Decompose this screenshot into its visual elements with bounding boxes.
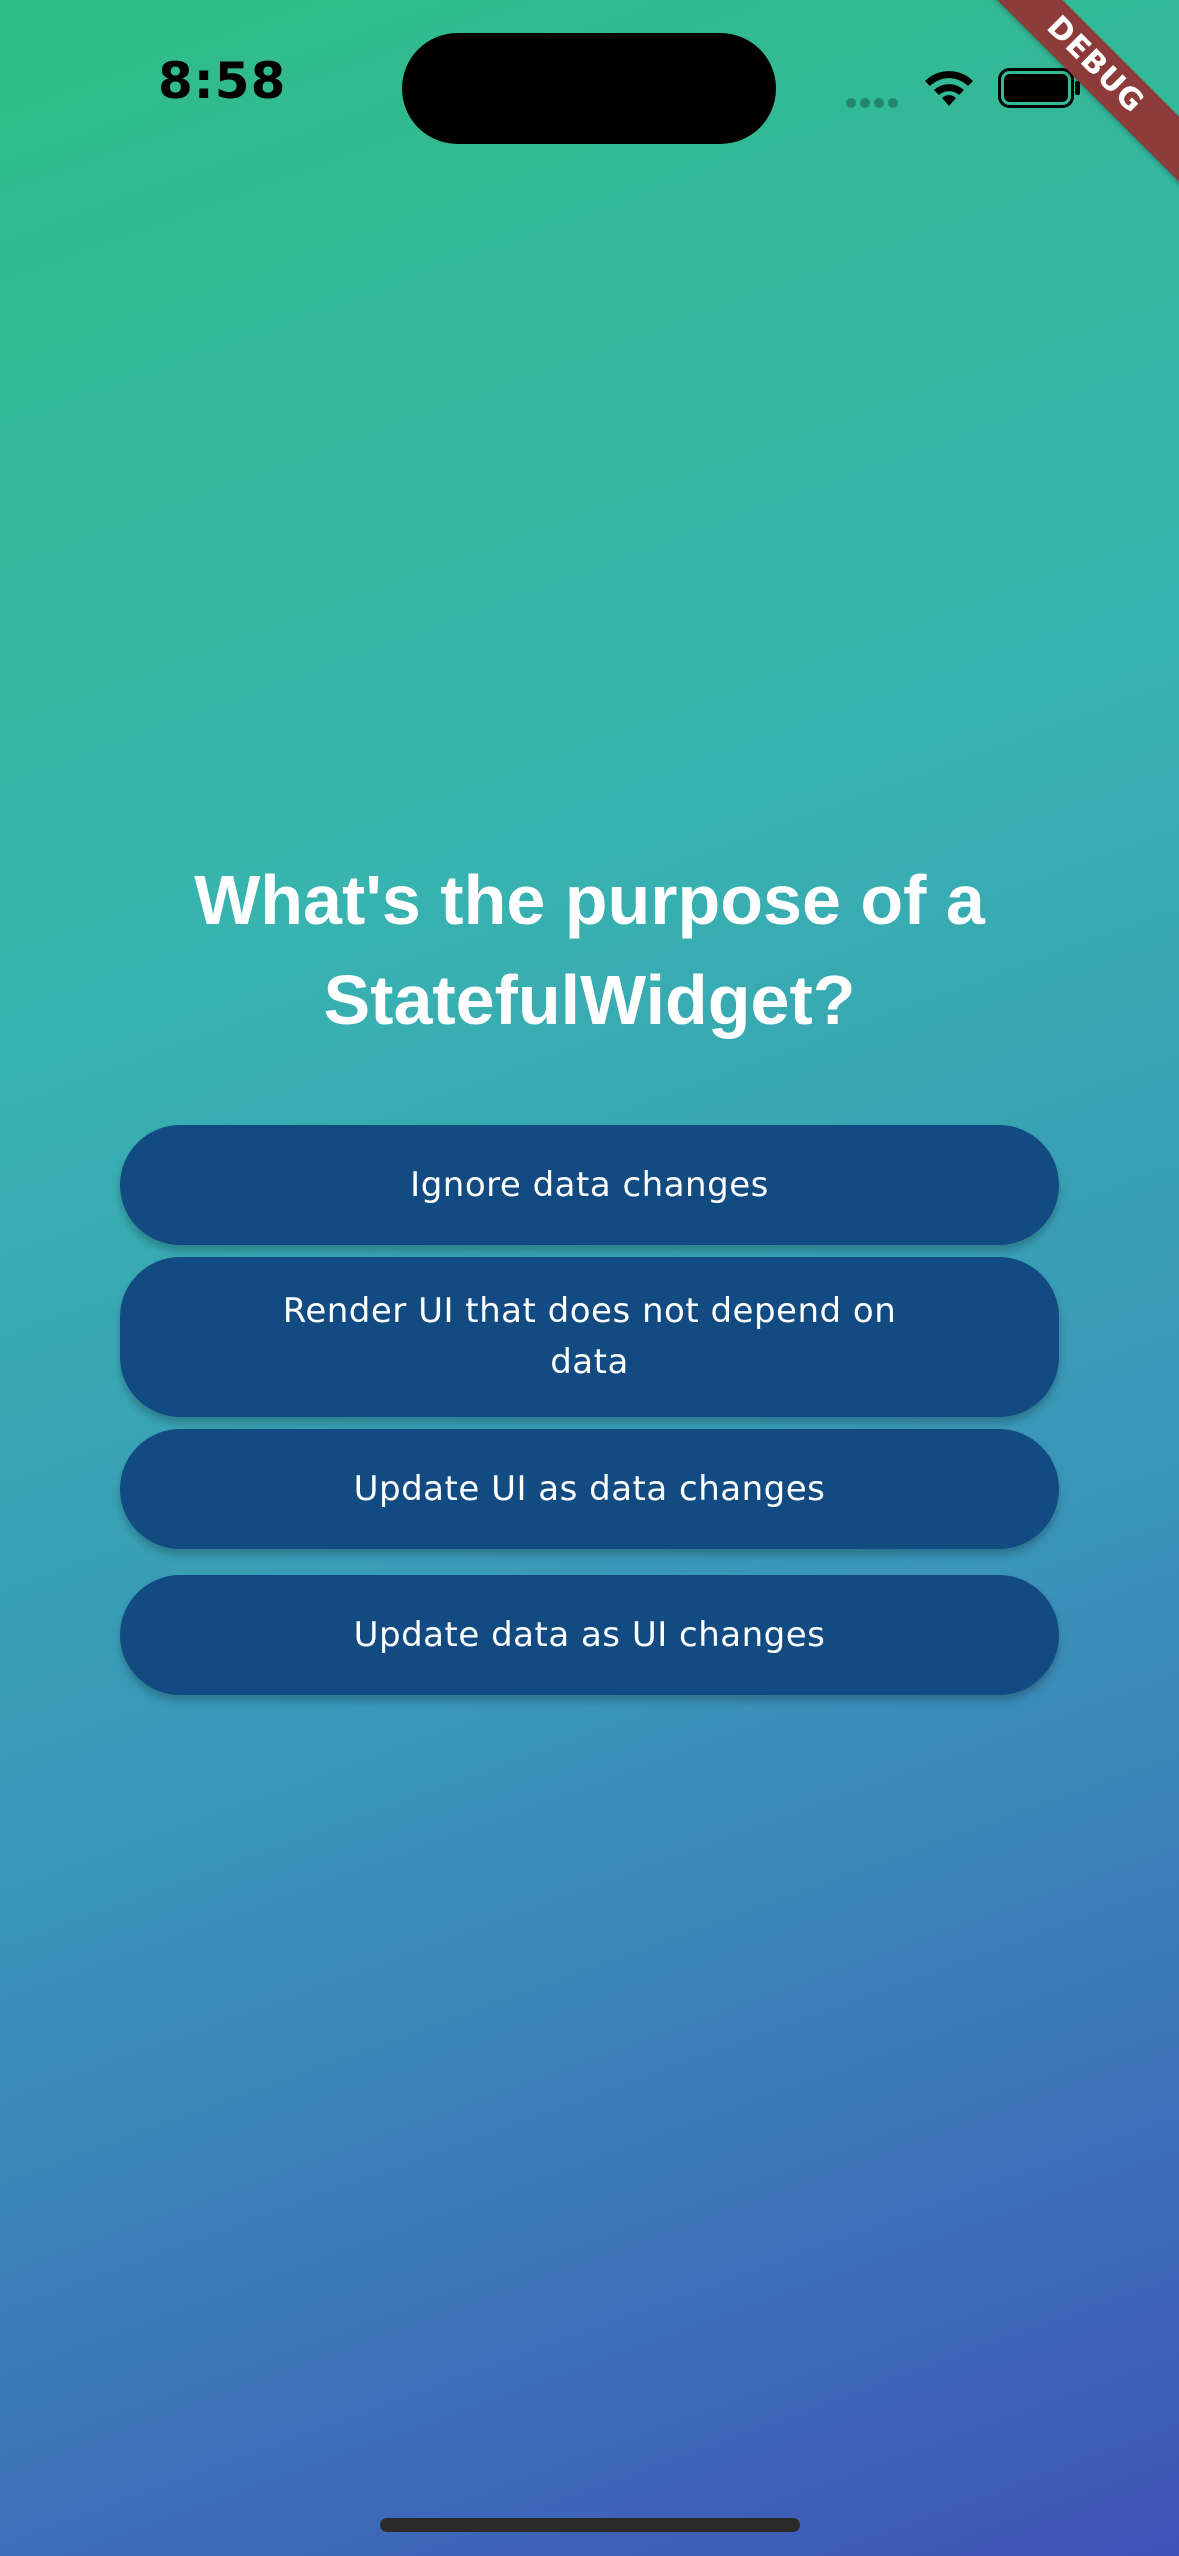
wifi-icon	[925, 71, 973, 106]
debug-banner: DEBUG	[979, 0, 1179, 200]
answer-list: Ignore data changes Render UI that does …	[120, 1125, 1059, 1707]
status-time: 8:58	[158, 52, 287, 110]
home-indicator[interactable]	[380, 2518, 800, 2532]
dynamic-island	[402, 33, 776, 144]
answer-button-4[interactable]: Update data as UI changes	[120, 1575, 1059, 1695]
debug-label: DEBUG	[979, 0, 1179, 188]
question-text: What's the purpose of a StatefulWidget?	[194, 861, 985, 1039]
cellular-signal-icon	[846, 95, 906, 108]
answer-button-3[interactable]: Update UI as data changes	[120, 1429, 1059, 1549]
answer-button-2[interactable]: Render UI that does not depend on data	[120, 1257, 1059, 1417]
answer-button-1[interactable]: Ignore data changes	[120, 1125, 1059, 1245]
